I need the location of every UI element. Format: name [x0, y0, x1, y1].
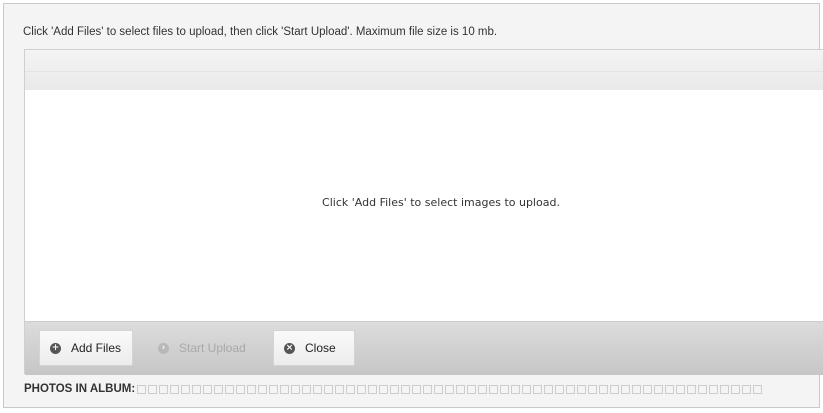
album-slot: [335, 384, 345, 394]
album-slot: [236, 384, 246, 394]
album-slot: [632, 384, 642, 394]
album-slot: [687, 384, 697, 394]
arrow-circle-icon: ›: [158, 342, 169, 354]
album-slot: [467, 384, 477, 394]
album-slot: [423, 384, 433, 394]
photos-in-album: PHOTOS IN ALBUM:: [24, 383, 764, 395]
album-slot: [698, 384, 708, 394]
album-slot: [214, 384, 224, 394]
header-divider: [25, 71, 823, 72]
empty-file-list-message: Click 'Add Files' to select images to up…: [322, 196, 560, 209]
album-slot: [610, 384, 620, 394]
close-label: Close: [305, 341, 336, 355]
album-slot: [599, 384, 609, 394]
album-slot: [522, 384, 532, 394]
file-list-header: [25, 50, 823, 91]
album-slot: [533, 384, 543, 394]
album-slot: [170, 384, 180, 394]
file-drop-area[interactable]: Click 'Add Files' to select images to up…: [25, 90, 823, 321]
album-slot: [302, 384, 312, 394]
album-slot: [445, 384, 455, 394]
album-slot: [203, 384, 213, 394]
album-slot: [434, 384, 444, 394]
album-slot: [357, 384, 367, 394]
album-slot: [621, 384, 631, 394]
album-slot: [753, 384, 763, 394]
album-slot: [566, 384, 576, 394]
album-slot: [412, 384, 422, 394]
album-slot: [313, 384, 323, 394]
album-slot: [390, 384, 400, 394]
album-slot: [247, 384, 257, 394]
album-slot: [258, 384, 268, 394]
album-slot: [720, 384, 730, 394]
add-files-button[interactable]: + Add Files: [39, 330, 133, 366]
album-slot-indicator: [137, 384, 764, 394]
album-slot: [181, 384, 191, 394]
start-upload-label: Start Upload: [179, 341, 246, 355]
album-slot: [159, 384, 169, 394]
album-slot: [291, 384, 301, 394]
uploader-toolbar: + Add Files › Start Upload × Close: [25, 321, 823, 375]
close-button[interactable]: × Close: [273, 330, 355, 366]
album-slot: [709, 384, 719, 394]
album-slot: [269, 384, 279, 394]
album-slot: [665, 384, 675, 394]
upload-instructions: Click 'Add Files' to select files to upl…: [23, 26, 498, 38]
album-slot: [324, 384, 334, 394]
album-slot: [742, 384, 752, 394]
album-slot: [588, 384, 598, 394]
upload-dialog: Click 'Add Files' to select files to upl…: [3, 3, 823, 408]
album-slot: [368, 384, 378, 394]
album-slot: [676, 384, 686, 394]
plus-circle-icon: +: [50, 342, 61, 354]
album-slot: [137, 384, 147, 394]
album-slot: [401, 384, 411, 394]
album-slot: [280, 384, 290, 394]
album-slot: [544, 384, 554, 394]
album-slot: [500, 384, 510, 394]
file-uploader: Click 'Add Files' to select images to up…: [24, 49, 823, 375]
x-circle-icon: ×: [284, 342, 295, 354]
album-slot: [192, 384, 202, 394]
album-slot: [555, 384, 565, 394]
album-slot: [346, 384, 356, 394]
album-slot: [379, 384, 389, 394]
album-slot: [654, 384, 664, 394]
album-slot: [225, 384, 235, 394]
album-slot: [577, 384, 587, 394]
album-slot: [456, 384, 466, 394]
start-upload-button[interactable]: › Start Upload: [147, 330, 259, 366]
album-slot: [511, 384, 521, 394]
album-slot: [478, 384, 488, 394]
photos-in-album-label: PHOTOS IN ALBUM:: [24, 383, 136, 395]
add-files-label: Add Files: [71, 341, 122, 355]
album-slot: [148, 384, 158, 394]
album-slot: [489, 384, 499, 394]
album-slot: [643, 384, 653, 394]
album-slot: [731, 384, 741, 394]
